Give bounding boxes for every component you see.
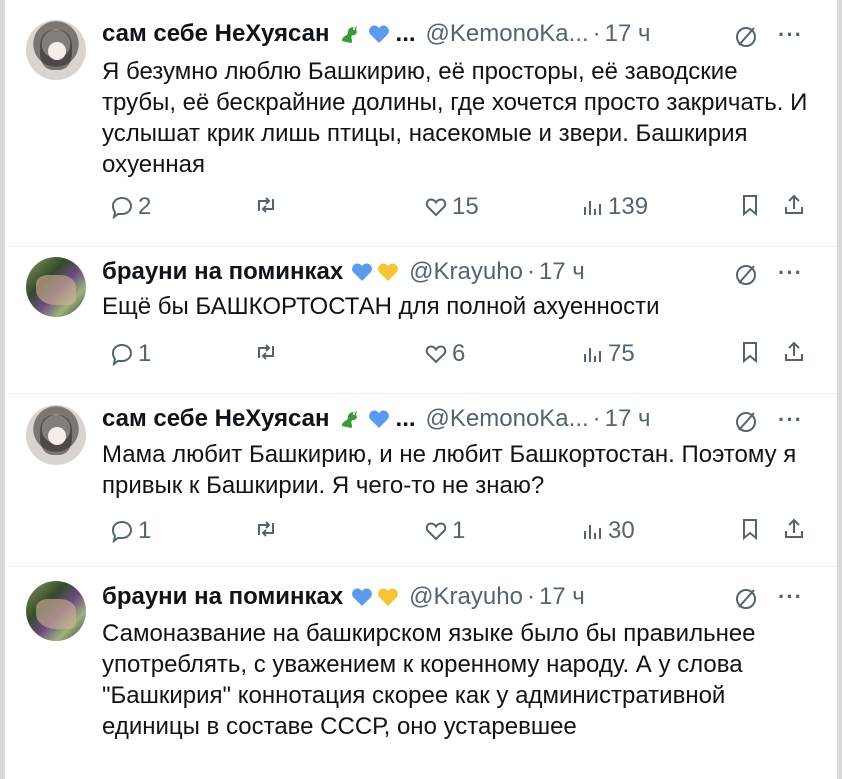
like-button[interactable]: 1 <box>424 517 465 545</box>
repost-button[interactable] <box>254 517 278 541</box>
tweet-text: Самоназвание на башкирском языке было бы… <box>102 620 763 740</box>
grok-icon[interactable] <box>734 587 758 611</box>
repost-icon <box>258 197 274 213</box>
share-icon <box>785 341 803 361</box>
bookmark-button[interactable] <box>738 517 762 541</box>
views-button[interactable]: 75 <box>580 340 635 368</box>
avatar[interactable] <box>26 405 86 465</box>
tweet-text: Мама любит Башкирию, и не любит Башкорто… <box>102 441 803 499</box>
window-frame-right <box>837 0 842 779</box>
bookmark-icon <box>743 519 757 541</box>
bookmark-button[interactable] <box>738 193 762 217</box>
name-ellipsis: ... <box>395 405 416 432</box>
reply-icon <box>111 196 133 219</box>
reply-button[interactable]: 1 <box>110 340 151 368</box>
reply-button[interactable]: 2 <box>110 193 151 221</box>
repost-button[interactable] <box>254 340 278 364</box>
avatar[interactable] <box>26 257 86 317</box>
share-icon <box>785 194 803 214</box>
avatar[interactable] <box>26 20 86 80</box>
share-button[interactable] <box>782 340 806 364</box>
more-options-button[interactable]: ··· <box>778 22 803 48</box>
blue-heart-icon <box>351 586 373 608</box>
tweet-4[interactable]: брауни на поминках @Krayuho · 17 ч ··· С… <box>8 567 837 779</box>
tweet-actions: 1 1 30 <box>102 517 827 547</box>
tweet-1[interactable]: сам себе НеХуясан ... @KemonoKa... · 17 … <box>8 0 837 246</box>
share-button[interactable] <box>782 193 806 217</box>
view-count: 30 <box>608 517 635 544</box>
reply-button[interactable]: 1 <box>110 517 151 545</box>
heart-icon <box>425 345 447 364</box>
views-button[interactable]: 30 <box>580 517 635 545</box>
share-icon <box>785 518 803 538</box>
dragon-icon <box>338 23 360 45</box>
separator-dot: · <box>592 20 601 47</box>
like-count: 15 <box>452 193 479 220</box>
share-button[interactable] <box>782 517 806 541</box>
view-count: 139 <box>608 193 649 220</box>
tweet-header: брауни на поминках @Krayuho · 17 ч <box>102 258 585 286</box>
reply-icon <box>111 343 133 366</box>
display-name[interactable]: брауни на поминках <box>102 583 343 611</box>
analytics-icon <box>584 348 601 362</box>
timestamp[interactable]: 17 ч <box>539 583 585 611</box>
like-count: 6 <box>452 340 466 367</box>
like-button[interactable]: 15 <box>424 193 479 221</box>
bookmark-icon <box>743 195 757 217</box>
more-options-button[interactable]: ··· <box>778 407 803 433</box>
timestamp[interactable]: 17 ч <box>605 405 651 433</box>
tweet-2[interactable]: брауни на поминках @Krayuho · 17 ч ··· Е… <box>8 247 837 393</box>
display-name[interactable]: брауни на поминках <box>102 258 343 286</box>
bookmark-button[interactable] <box>738 340 762 364</box>
repost-icon <box>258 521 274 537</box>
reply-count: 2 <box>138 193 152 220</box>
display-name[interactable]: сам себе НеХуясан <box>102 405 330 433</box>
views-button[interactable]: 139 <box>580 193 648 221</box>
tweet-actions: 1 6 75 <box>102 340 827 370</box>
analytics-icon <box>584 525 601 539</box>
separator-dot: · <box>526 583 535 610</box>
analytics-icon <box>584 201 601 215</box>
view-count: 75 <box>608 340 635 367</box>
like-button[interactable]: 6 <box>424 340 465 368</box>
bookmark-icon <box>743 342 757 364</box>
user-handle[interactable]: @KemonoKa... <box>426 405 589 433</box>
reply-count: 1 <box>138 340 152 367</box>
heart-icon <box>425 522 447 541</box>
yellow-heart-icon <box>377 586 399 608</box>
separator-dot: · <box>526 258 535 285</box>
reply-icon <box>111 520 133 543</box>
dragon-icon <box>338 408 360 430</box>
repost-icon <box>258 344 274 360</box>
timestamp[interactable]: 17 ч <box>539 258 585 286</box>
grok-icon[interactable] <box>734 410 758 434</box>
more-options-button[interactable]: ··· <box>778 584 803 610</box>
grok-icon[interactable] <box>734 263 758 287</box>
reply-count: 1 <box>138 517 152 544</box>
user-handle[interactable]: @Krayuho <box>409 583 523 611</box>
separator-dot: · <box>592 405 601 432</box>
tweet-3[interactable]: сам себе НеХуясан ... @KemonoKa... · 17 … <box>8 394 837 566</box>
user-handle[interactable]: @KemonoKa... <box>426 20 589 48</box>
like-count: 1 <box>452 517 466 544</box>
tweet-header: брауни на поминках @Krayuho · 17 ч <box>102 583 585 611</box>
grok-icon[interactable] <box>734 25 758 49</box>
yellow-heart-icon <box>377 261 399 283</box>
tweet-header: сам себе НеХуясан ... @KemonoKa... · 17 … <box>102 20 651 48</box>
blue-heart-icon <box>368 408 390 430</box>
timestamp[interactable]: 17 ч <box>605 20 651 48</box>
avatar[interactable] <box>26 581 86 641</box>
tweet-header: сам себе НеХуясан ... @KemonoKa... · 17 … <box>102 405 651 433</box>
blue-heart-icon <box>368 23 390 45</box>
heart-icon <box>425 198 447 217</box>
repost-button[interactable] <box>254 193 278 217</box>
tweet-text: Ещё бы БАШКОРТОСТАН для полной ахуенност… <box>102 293 660 320</box>
more-options-button[interactable]: ··· <box>778 260 803 286</box>
blue-heart-icon <box>351 261 373 283</box>
name-ellipsis: ... <box>395 20 416 47</box>
tweet-actions: 2 15 139 <box>102 193 827 223</box>
tweet-text: Я безумно люблю Башкирию, её просторы, е… <box>102 58 815 178</box>
user-handle[interactable]: @Krayuho <box>409 258 523 286</box>
display-name[interactable]: сам себе НеХуясан <box>102 20 330 48</box>
